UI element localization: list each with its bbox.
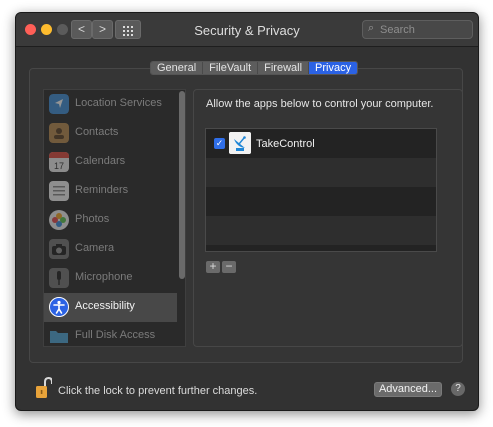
app-list: ✓ TakeControl	[205, 128, 437, 252]
sidebar-item-label: Photos	[75, 213, 110, 225]
search-icon: ⌕	[368, 22, 375, 34]
enable-checkbox[interactable]: ✓	[214, 138, 225, 149]
sidebar-item-label: Microphone	[75, 271, 133, 283]
sidebar-item-contacts[interactable]: Contacts	[44, 119, 177, 148]
sidebar-item-photos[interactable]: Photos	[44, 206, 177, 235]
advanced-button[interactable]: Advanced...	[374, 382, 442, 397]
microphone-icon	[49, 268, 69, 288]
camera-icon	[49, 239, 69, 259]
lock-status-text: Click the lock to prevent further change…	[58, 385, 258, 397]
sidebar-item-label: Calendars	[75, 155, 126, 167]
preferences-window: < > Security & Privacy ⌕ General FileVau…	[15, 12, 479, 411]
location-arrow-icon	[49, 94, 69, 114]
tab-privacy[interactable]: Privacy	[309, 62, 358, 74]
list-item[interactable]: ✓ TakeControl	[206, 129, 436, 158]
sidebar-item-calendars[interactable]: 17 Calendars	[44, 148, 177, 177]
sidebar-item-label: Accessibility	[75, 300, 135, 312]
table-row	[206, 158, 436, 187]
app-name: TakeControl	[256, 138, 315, 150]
search-field[interactable]: ⌕	[362, 20, 473, 39]
contacts-book-icon	[49, 123, 69, 143]
sidebar-item-label: Camera	[75, 242, 115, 254]
sidebar-item-location-services[interactable]: Location Services	[44, 90, 177, 119]
table-row	[206, 187, 436, 216]
pane-heading: Allow the apps below to control your com…	[206, 98, 434, 110]
add-app-button[interactable]: +	[206, 260, 220, 273]
sidebar-item-camera[interactable]: Camera	[44, 235, 177, 264]
calendar-icon: 17	[49, 152, 69, 172]
folder-icon	[50, 331, 68, 343]
reminders-list-icon	[49, 181, 69, 201]
unlocked-padlock-icon[interactable]	[36, 376, 52, 400]
photos-flower-icon	[49, 210, 69, 230]
sidebar-item-accessibility[interactable]: Accessibility	[44, 293, 177, 322]
sidebar-item-reminders[interactable]: Reminders	[44, 177, 177, 206]
sidebar-item-microphone[interactable]: Microphone	[44, 264, 177, 293]
svg-text:17: 17	[54, 161, 64, 171]
search-input[interactable]	[380, 22, 468, 37]
remove-app-button[interactable]: −	[222, 260, 236, 273]
sidebar-item-full-disk-access[interactable]: Full Disk Access	[44, 322, 177, 346]
privacy-category-list: Location Services Contacts 17 Calendars …	[43, 89, 186, 347]
sidebar-item-label: Location Services	[75, 97, 162, 109]
sidebar-item-label: Full Disk Access	[75, 329, 156, 341]
sidebar-scrollbar[interactable]	[179, 91, 185, 279]
table-row	[206, 216, 436, 245]
help-button[interactable]: ?	[451, 382, 465, 396]
tab-general[interactable]: General	[151, 62, 204, 74]
accessibility-icon	[49, 297, 69, 317]
tab-filevault[interactable]: FileVault	[203, 62, 259, 74]
satellite-dish-icon	[229, 132, 251, 154]
sidebar-item-label: Contacts	[75, 126, 119, 138]
sidebar-item-label: Reminders	[75, 184, 129, 196]
tab-firewall[interactable]: Firewall	[258, 62, 310, 74]
title-bar: < > Security & Privacy ⌕	[16, 13, 478, 47]
tab-bar: General FileVault Firewall Privacy	[150, 61, 359, 75]
